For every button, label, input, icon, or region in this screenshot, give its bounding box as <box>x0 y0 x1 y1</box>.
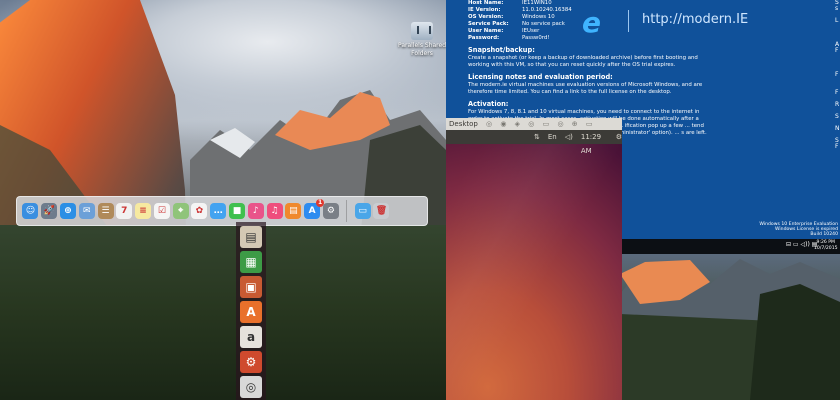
itunes-ish-icon[interactable]: ♪ <box>247 203 264 219</box>
vm-info-key: Host Name: <box>468 0 504 6</box>
maps-icon[interactable]: ⌖ <box>172 203 189 219</box>
ubuntu-desktop: Desktop ⇅ En ◁) 11:29 AM ⚙ <box>446 118 622 400</box>
volume-icon[interactable]: ◁) <box>565 130 573 144</box>
unity-launcher: ▤ ▦ ▣ Aa ⚙ ◎ <box>236 222 266 400</box>
ubuntu-wallpaper-sheen <box>446 144 622 400</box>
vm-info-key: Service Pack: <box>468 21 509 27</box>
vm-info-heading: Snapshot/backup: <box>468 46 535 54</box>
contacts-icon[interactable]: ☰ <box>97 203 114 219</box>
mail-icon[interactable]: ✉ <box>78 203 95 219</box>
system-tray[interactable]: ⊟ ▭ ◁)) ▤ <box>786 241 817 248</box>
downloads-icon[interactable]: ▭ <box>354 203 371 219</box>
parallels-shared-folders-icon[interactable]: Parallels Shared Folders <box>392 22 446 58</box>
ubuntu-indicators[interactable]: ⇅ En ◁) 11:29 AM ⚙ <box>534 130 622 155</box>
itunes-icon[interactable]: ♫ <box>266 203 283 219</box>
vm-info-value: No service pack <box>522 21 565 27</box>
network-icon[interactable]: ⇅ <box>534 130 540 144</box>
vm-info-value: 11.0.10240.16384 <box>522 7 572 13</box>
ubuntu-software-icon[interactable]: A <box>240 301 262 323</box>
mac-dock: ☺ 🚀 ⊕ ✉ ☰ 7 ≡ ☑ ⌖ ✿… ■ ♪ ♫ ▤ A 1 ⚙ ▭ 🗑 <box>16 196 428 226</box>
vm-info-paragraph: Create a snapshot (or keep a backup of d… <box>468 55 698 68</box>
right-edge-text: SsLAFFFRSNSF <box>835 0 840 150</box>
dock-separator <box>346 200 348 222</box>
vm-info-value: IEUser <box>522 28 540 34</box>
mac-desktop-secondary <box>620 254 840 400</box>
vm-info-key: User Name: <box>468 28 504 34</box>
ubuntu-clock[interactable]: 11:29 AM <box>581 130 608 155</box>
trash-icon[interactable]: 🗑 <box>373 203 390 219</box>
vm-info-value: Passw0rd! <box>522 35 550 41</box>
vm-info-value: Windows 10 <box>522 14 555 20</box>
vm-info-key: Password: <box>468 35 500 41</box>
windows-watermark: Windows 10 Enterprise Evaluation Windows… <box>742 222 838 238</box>
notes-icon[interactable]: ≡ <box>135 203 152 219</box>
amazon-icon[interactable]: a <box>240 326 262 348</box>
system-preferences-icon[interactable]: ⚙ <box>322 203 339 219</box>
libreoffice-calc-icon[interactable]: ▦ <box>240 251 262 273</box>
windows-clock-time: 9:26 PM <box>816 240 836 245</box>
ie-divider <box>628 10 629 32</box>
modern-ie-url: http://modern.IE <box>642 12 749 27</box>
windows-clock[interactable]: 9:26 PM 10/7/2015 <box>814 240 838 251</box>
vm-info-value: IE11WIN10 <box>522 0 552 6</box>
desktop-icon-label: Parallels Shared Folders <box>397 42 446 57</box>
finder-icon[interactable]: ☺ <box>22 203 39 219</box>
libreoffice-impress-icon[interactable]: ▣ <box>240 276 262 298</box>
vm-info-heading: Activation: <box>468 100 509 108</box>
ie-logo-icon: e <box>582 6 601 39</box>
build-line-3: Build 10240 <box>810 232 838 238</box>
windows-clock-date: 10/7/2015 <box>814 245 838 251</box>
facetime-icon[interactable]: ■ <box>228 203 245 219</box>
keyboard-icon[interactable]: En <box>548 130 557 144</box>
power-icon[interactable]: ⚙ <box>616 130 622 144</box>
vm-info-key: OS Version: <box>468 14 504 20</box>
photos-icon[interactable]: ✿ <box>191 203 208 219</box>
messages-icon[interactable]: … <box>210 203 227 219</box>
mac-desktop: Parallels Shared Folders ☺ 🚀 ⊕ ✉ ☰ 7 ≡ ☑ ⌖ ✿… ■ ♪ ♫ ▤… <box>0 0 446 400</box>
mac-mountains-secondary <box>620 259 840 400</box>
ubuntu-toolbar-icons[interactable]: ◎ ◉ ◈ ◎ ▭ ◎ ⊕ ▭ <box>486 118 595 130</box>
mac-forest <box>0 225 446 400</box>
system-settings-icon[interactable]: ⚙ <box>240 351 262 373</box>
reminders-icon[interactable]: ☑ <box>153 203 170 219</box>
vm-info-paragraph: The modern.ie virtual machines use evalu… <box>468 82 703 95</box>
files-app-icon[interactable]: ▤ <box>240 226 262 248</box>
vm-info-heading: Licensing notes and evaluation period: <box>468 73 613 81</box>
calendar-icon[interactable]: 7 <box>116 203 133 219</box>
dvd-icon[interactable]: ◎ <box>240 376 262 398</box>
vm-info-key: IE Version: <box>468 7 501 13</box>
launchpad-icon[interactable]: 🚀 <box>41 203 58 219</box>
safari-icon[interactable]: ⊕ <box>59 203 76 219</box>
app-store-icon[interactable]: A1 <box>304 199 325 219</box>
shared-folder-icon <box>411 22 433 40</box>
ibooks-icon[interactable]: ▤ <box>285 203 302 219</box>
